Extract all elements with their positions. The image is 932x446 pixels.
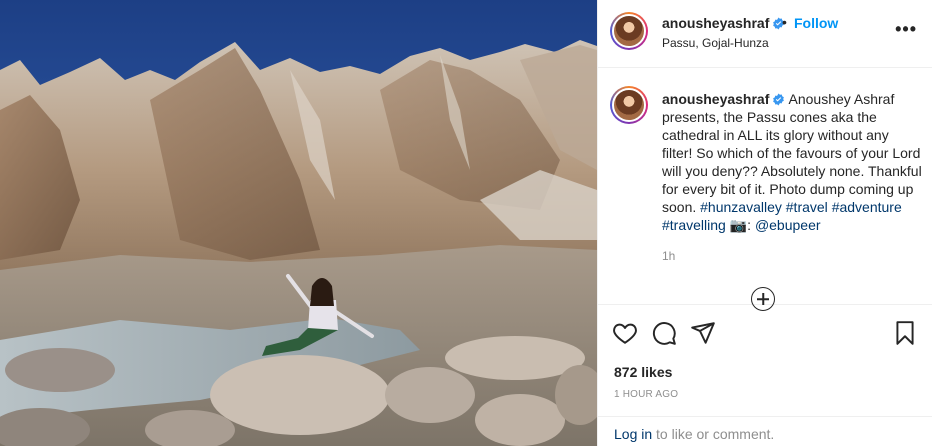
action-bar bbox=[598, 306, 932, 356]
more-options-icon[interactable]: ••• bbox=[895, 19, 917, 40]
location-link[interactable]: Passu, Gojal-Hunza bbox=[662, 36, 769, 50]
heart-icon[interactable] bbox=[612, 320, 638, 346]
separator-dot: • bbox=[782, 14, 787, 30]
paper-plane-icon[interactable] bbox=[690, 320, 716, 346]
hashtag-link[interactable]: #hunzavalley bbox=[700, 199, 782, 215]
login-prompt: Log in to like or comment. bbox=[614, 426, 774, 442]
mountain-landscape-image bbox=[0, 0, 597, 446]
caption-avatar[interactable] bbox=[610, 86, 648, 124]
follow-button[interactable]: Follow bbox=[794, 15, 838, 31]
caption-section: anousheyashraf Anoushey Ashraf presents,… bbox=[598, 69, 932, 311]
instagram-post: anousheyashraf • Follow Passu, Gojal-Hun… bbox=[0, 0, 932, 446]
caption-time: 1h bbox=[662, 249, 676, 263]
camera-emoji: 📷 bbox=[729, 217, 748, 233]
caption-username-link[interactable]: anousheyashraf bbox=[662, 91, 785, 107]
username-link[interactable]: anousheyashraf bbox=[662, 15, 785, 31]
comment-bubble-icon[interactable] bbox=[651, 320, 677, 346]
mention-link[interactable]: @ebupeer bbox=[755, 217, 821, 233]
post-side-panel: anousheyashraf • Follow Passu, Gojal-Hun… bbox=[597, 0, 932, 446]
verified-badge-icon bbox=[773, 93, 785, 106]
login-prompt-text: to like or comment. bbox=[652, 426, 775, 442]
caption-colon: : bbox=[747, 217, 752, 233]
hashtag-link[interactable]: #travelling bbox=[662, 217, 726, 233]
hashtag-link[interactable]: #travel bbox=[786, 199, 828, 215]
login-link[interactable]: Log in bbox=[614, 426, 652, 442]
caption-body: Anoushey Ashraf presents, the Passu cone… bbox=[662, 91, 922, 215]
likes-count[interactable]: 872 likes bbox=[614, 364, 672, 380]
avatar[interactable] bbox=[610, 12, 648, 50]
post-header: anousheyashraf • Follow Passu, Gojal-Hun… bbox=[598, 0, 932, 68]
hashtag-link[interactable]: #adventure bbox=[832, 199, 902, 215]
post-timestamp: 1 HOUR AGO bbox=[614, 389, 679, 400]
login-footer: Log in to like or comment. bbox=[598, 416, 932, 446]
bookmark-icon[interactable] bbox=[892, 320, 918, 346]
post-photo[interactable] bbox=[0, 0, 597, 446]
caption-text: anousheyashraf Anoushey Ashraf presents,… bbox=[662, 90, 922, 234]
